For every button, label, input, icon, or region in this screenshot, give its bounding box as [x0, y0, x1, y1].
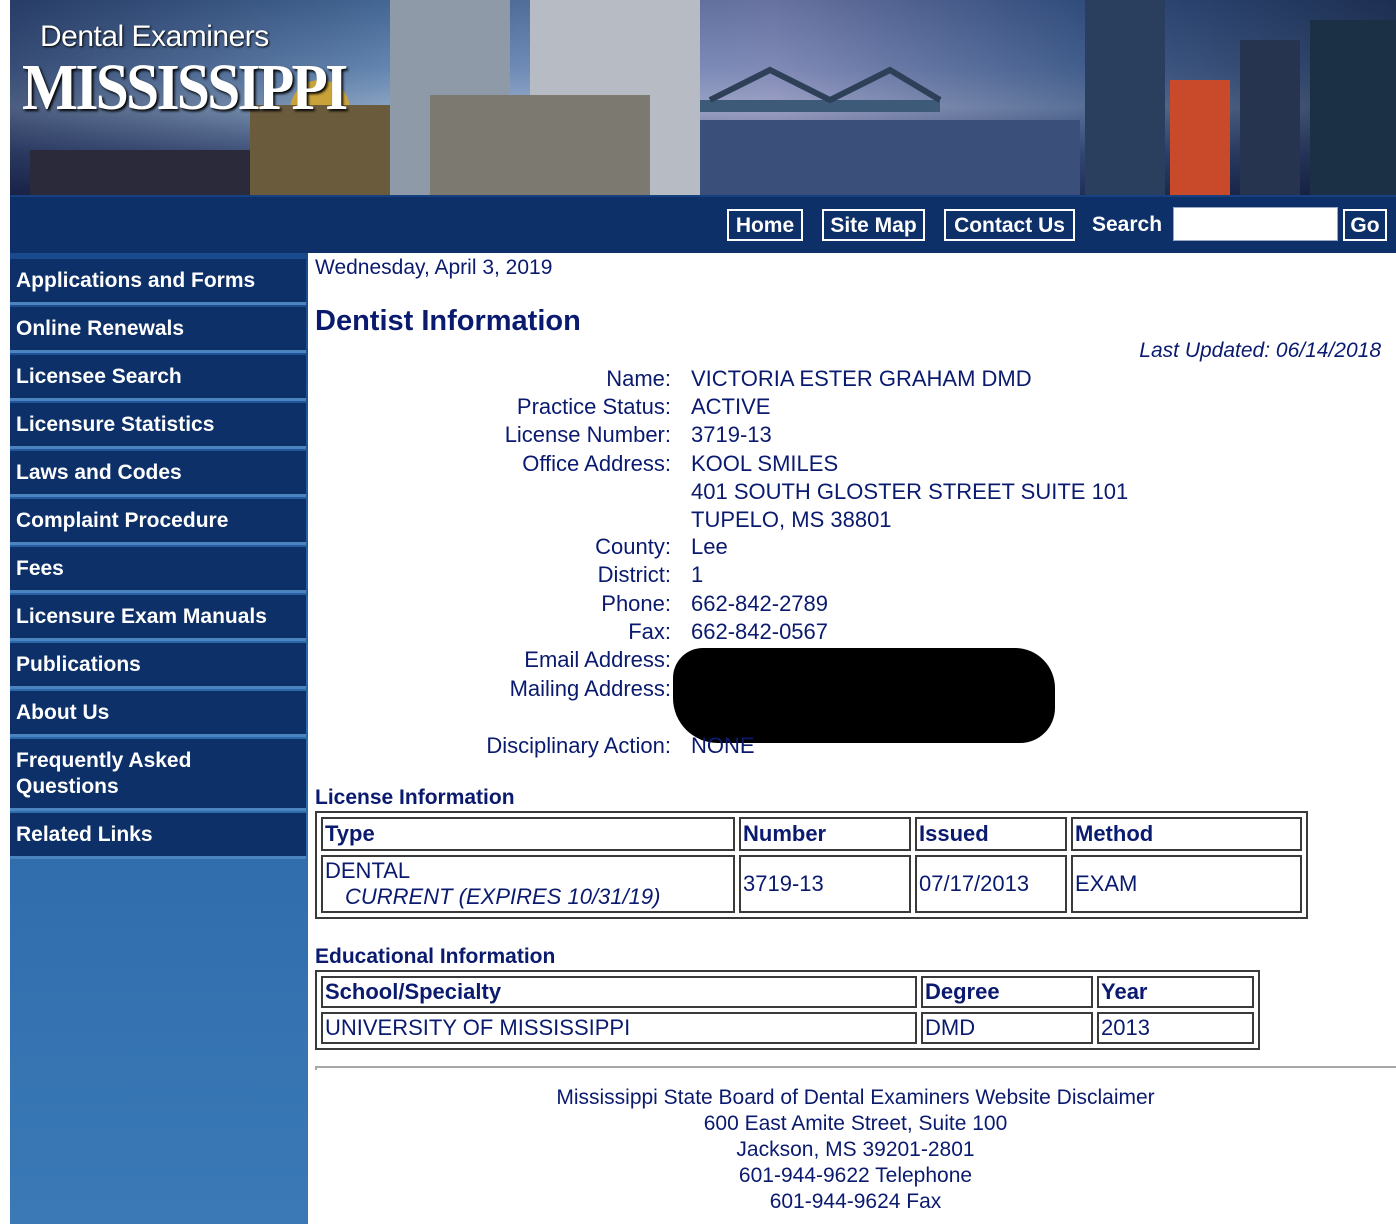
- sidebar-item-label[interactable]: Related Links: [16, 823, 153, 847]
- contact-us-link[interactable]: Contact Us: [944, 209, 1075, 241]
- license-status: CURRENT (EXPIRES 10/31/19): [345, 884, 661, 909]
- sidebar-item-label[interactable]: About Us: [16, 701, 109, 725]
- mailing-address-label: Mailing Address:: [509, 676, 671, 701]
- year-cell: 2013: [1097, 1012, 1254, 1044]
- sidebar-item-label[interactable]: Fees: [16, 557, 64, 581]
- sidebar-item-related-links[interactable]: Related Links: [10, 813, 306, 859]
- site-map-link[interactable]: Site Map: [822, 209, 925, 241]
- table-header-row: Type Number Issued Method: [321, 817, 1302, 851]
- sidebar-item-applications-and-forms[interactable]: Applications and Forms: [10, 259, 306, 305]
- office-address-line3: TUPELO, MS 38801: [691, 507, 892, 532]
- last-updated: Last Updated: 06/14/2018: [1139, 339, 1381, 362]
- redaction-mark: [673, 648, 1055, 743]
- fax-label: Fax:: [628, 619, 671, 644]
- sidebar-item-label[interactable]: Licensure Statistics: [16, 413, 214, 437]
- sidebar-item-label[interactable]: Frequently Asked Questions: [16, 748, 226, 800]
- sidebar-item-label[interactable]: Applications and Forms: [16, 269, 255, 293]
- go-button[interactable]: Go: [1343, 209, 1387, 241]
- column-header: Method: [1071, 817, 1302, 851]
- footer-divider: [315, 1066, 1396, 1070]
- sidebar-item-complaint-procedure[interactable]: Complaint Procedure: [10, 499, 306, 545]
- footer-address-city: Jackson, MS 39201-2801: [736, 1138, 975, 1161]
- sidebar: Applications and Forms Online Renewals L…: [10, 253, 308, 1224]
- column-header: Type: [321, 817, 735, 851]
- current-date: Wednesday, April 3, 2019: [315, 256, 553, 279]
- sidebar-item-fees[interactable]: Fees: [10, 547, 306, 593]
- sidebar-item-licensure-exam-manuals[interactable]: Licensure Exam Manuals: [10, 595, 306, 641]
- license-type-cell: DENTAL CURRENT (EXPIRES 10/31/19): [321, 855, 735, 913]
- column-header: School/Specialty: [321, 976, 917, 1008]
- column-header: Number: [739, 817, 911, 851]
- sidebar-item-faq[interactable]: Frequently Asked Questions: [10, 739, 306, 811]
- disciplinary-action-value: NONE: [691, 733, 755, 758]
- name-label: Name:: [606, 366, 671, 391]
- sidebar-item-label[interactable]: Online Renewals: [16, 317, 184, 341]
- table-row: DENTAL CURRENT (EXPIRES 10/31/19) 3719-1…: [321, 855, 1302, 913]
- county-label: County:: [595, 534, 671, 559]
- sidebar-item-label[interactable]: Complaint Procedure: [16, 509, 228, 533]
- phone-label: Phone:: [601, 591, 671, 616]
- top-navbar: Home Site Map Contact Us Search Go: [10, 195, 1396, 253]
- header-banner: Dental Examiners MISSISSIPPI: [10, 0, 1396, 195]
- sidebar-item-label[interactable]: Licensure Exam Manuals: [16, 605, 267, 629]
- sidebar-item-licensure-statistics[interactable]: Licensure Statistics: [10, 403, 306, 449]
- license-number-label: License Number:: [504, 422, 671, 447]
- phone-value: 662-842-2789: [691, 591, 829, 616]
- practice-status-label: Practice Status:: [516, 394, 671, 419]
- page-title: Dentist Information: [315, 305, 581, 337]
- sidebar-item-laws-and-codes[interactable]: Laws and Codes: [10, 451, 306, 497]
- column-header: Degree: [921, 976, 1093, 1008]
- column-header: Year: [1097, 976, 1254, 1008]
- office-address-line1: KOOL SMILES: [691, 451, 839, 476]
- table-row: UNIVERSITY OF MISSISSIPPI DMD 2013: [321, 1012, 1254, 1044]
- column-header: Issued: [915, 817, 1067, 851]
- license-type: DENTAL: [325, 858, 411, 883]
- contact-us-link-label[interactable]: Contact Us: [946, 211, 1073, 239]
- degree-cell: DMD: [921, 1012, 1093, 1044]
- footer-fax: 601-944-9624 Fax: [769, 1190, 942, 1213]
- name-value: VICTORIA ESTER GRAHAM DMD: [691, 366, 1032, 391]
- sidebar-item-licensee-search[interactable]: Licensee Search: [10, 355, 306, 401]
- license-info-table: Type Number Issued Method DENTAL CURRENT…: [315, 811, 1308, 919]
- license-info-title: License Information: [315, 786, 515, 809]
- footer-address-street: 600 East Amite Street, Suite 100: [703, 1112, 1008, 1135]
- school-cell: UNIVERSITY OF MISSISSIPPI: [321, 1012, 917, 1044]
- license-method-cell: EXAM: [1071, 855, 1302, 913]
- disciplinary-action-label: Disciplinary Action:: [486, 733, 671, 758]
- license-number-value: 3719-13: [691, 422, 772, 447]
- search-input[interactable]: [1173, 207, 1338, 241]
- disclaimer-link[interactable]: Mississippi State Board of Dental Examin…: [315, 1085, 1396, 1111]
- education-info-title: Educational Information: [315, 945, 556, 968]
- practice-status-value: ACTIVE: [691, 394, 771, 419]
- main-content: Wednesday, April 3, 2019 Dentist Informa…: [315, 253, 1396, 1224]
- license-number-cell: 3719-13: [739, 855, 911, 913]
- district-label: District:: [597, 562, 671, 587]
- logo-text-top: Dental Examiners: [40, 20, 269, 53]
- sidebar-item-label[interactable]: Laws and Codes: [16, 461, 182, 485]
- footer: Mississippi State Board of Dental Examin…: [315, 1085, 1396, 1215]
- home-link[interactable]: Home: [727, 209, 803, 241]
- sidebar-item-online-renewals[interactable]: Online Renewals: [10, 307, 306, 353]
- site-map-link-label[interactable]: Site Map: [824, 211, 923, 239]
- county-value: Lee: [691, 534, 728, 559]
- sidebar-item-label[interactable]: Licensee Search: [16, 365, 182, 389]
- office-address-line2: 401 SOUTH GLOSTER STREET SUITE 101: [691, 479, 1129, 504]
- footer-telephone: 601-944-9622 Telephone: [738, 1164, 973, 1187]
- fax-value: 662-842-0567: [691, 619, 829, 644]
- sidebar-item-publications[interactable]: Publications: [10, 643, 306, 689]
- office-address-label: Office Address:: [522, 451, 671, 476]
- home-link-label[interactable]: Home: [729, 211, 801, 239]
- sidebar-item-about-us[interactable]: About Us: [10, 691, 306, 737]
- go-button-label[interactable]: Go: [1345, 211, 1385, 239]
- education-info-table: School/Specialty Degree Year UNIVERSITY …: [315, 970, 1260, 1050]
- district-value: 1: [691, 562, 704, 587]
- email-address-label: Email Address:: [524, 647, 671, 672]
- logo-text-main: MISSISSIPPI: [22, 51, 348, 124]
- license-issued-cell: 07/17/2013: [915, 855, 1067, 913]
- table-header-row: School/Specialty Degree Year: [321, 976, 1254, 1008]
- search-label: Search: [1092, 213, 1163, 236]
- sidebar-item-label[interactable]: Publications: [16, 653, 141, 677]
